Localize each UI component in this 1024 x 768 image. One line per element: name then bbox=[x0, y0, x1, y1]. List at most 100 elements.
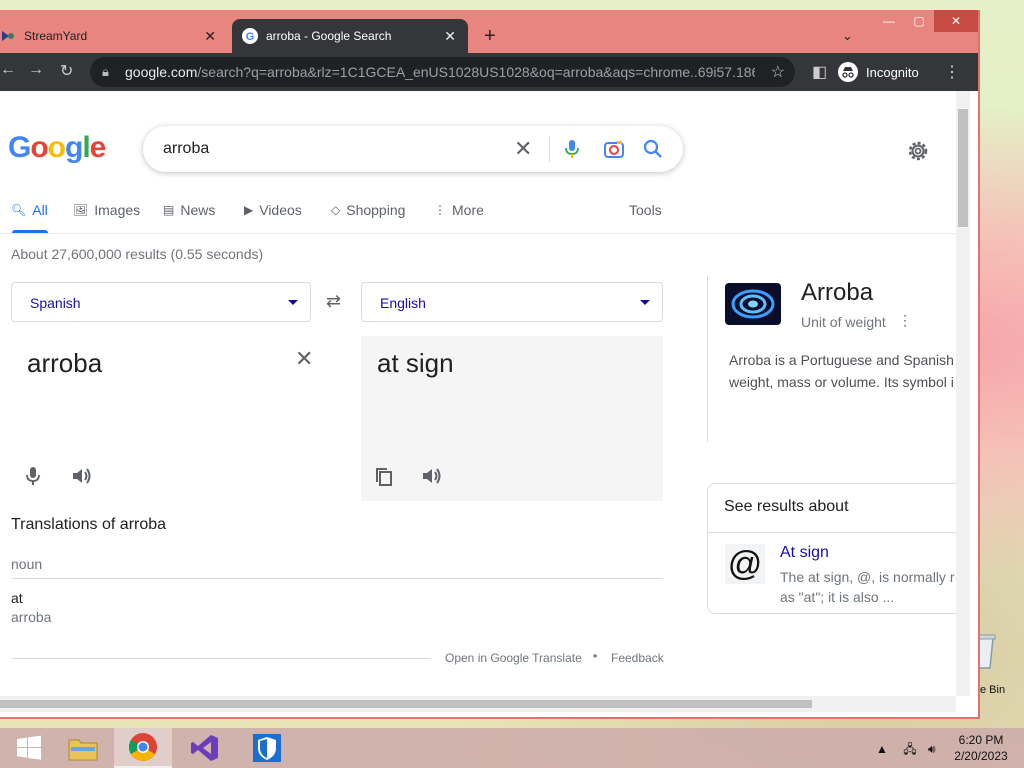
feedback-link[interactable]: Feedback bbox=[611, 651, 664, 665]
divider bbox=[11, 578, 663, 579]
browser-menu-icon[interactable]: ⋮ bbox=[944, 62, 960, 82]
show-hidden-icons-icon[interactable]: ▲ bbox=[876, 742, 888, 756]
swap-languages-icon[interactable]: ⇄ bbox=[326, 291, 341, 312]
tab-label: Images bbox=[94, 202, 141, 218]
tab-label: More bbox=[452, 202, 484, 218]
tools-button[interactable]: Tools bbox=[629, 202, 662, 218]
dropdown-arrow-icon bbox=[288, 300, 298, 305]
tab-google-search[interactable]: G arroba - Google Search ✕ bbox=[232, 19, 468, 53]
minimize-button[interactable]: — bbox=[874, 10, 904, 32]
scroll-thumb[interactable] bbox=[958, 109, 968, 227]
dropdown-arrow-icon bbox=[640, 300, 650, 305]
source-text[interactable]: arroba bbox=[27, 348, 102, 379]
page-content: Google arroba ✕ 🔍︎ All 🖼︎ Images ▤ News … bbox=[0, 91, 956, 696]
horizontal-scrollbar[interactable] bbox=[0, 696, 956, 712]
voice-search-icon[interactable] bbox=[565, 139, 579, 159]
forward-arrow-icon[interactable]: → bbox=[28, 61, 44, 79]
tab-images[interactable]: 🖼︎ Images bbox=[73, 202, 140, 218]
tab-label: Videos bbox=[259, 202, 302, 218]
visual-studio-button[interactable] bbox=[176, 728, 234, 768]
tab-search-chevron-icon[interactable]: ⌄ bbox=[842, 28, 853, 44]
see-results-about-card: See results about @ At sign The at sign,… bbox=[707, 483, 956, 614]
reload-icon[interactable]: ↻ bbox=[60, 61, 73, 81]
source-language-select[interactable]: Spanish bbox=[11, 282, 311, 322]
start-button[interactable] bbox=[0, 728, 58, 768]
side-panel-icon[interactable]: ◧ bbox=[812, 62, 827, 82]
incognito-icon bbox=[838, 62, 858, 82]
url-path: /search?q=arroba&rlz=1C1GCEA_enUS1028US1… bbox=[197, 64, 755, 80]
tab-title: arroba - Google Search bbox=[266, 29, 392, 43]
more-options-icon[interactable]: ⋮ bbox=[898, 312, 912, 329]
copy-icon[interactable] bbox=[374, 467, 394, 487]
at-sign-description: The at sign, @, is normally r as "at"; i… bbox=[780, 567, 956, 607]
tab-more[interactable]: ⋮ More bbox=[434, 202, 484, 218]
search-input[interactable]: arroba bbox=[163, 140, 209, 158]
open-in-google-translate-link[interactable]: Open in Google Translate bbox=[445, 651, 582, 665]
tab-label: All bbox=[32, 202, 48, 218]
chrome-icon bbox=[129, 733, 157, 761]
tab-streamyard[interactable]: StreamYard ✕ bbox=[0, 19, 228, 53]
network-icon[interactable]: 🖧 bbox=[903, 742, 916, 756]
maximize-button[interactable]: ▢ bbox=[904, 10, 934, 32]
source-text-area[interactable]: arroba ✕ bbox=[11, 336, 313, 501]
clock[interactable]: 6:20 PM 2/20/2023 bbox=[946, 732, 1016, 764]
description-line: weight, mass or volume. Its symbol i bbox=[729, 374, 954, 390]
target-language-label: English bbox=[380, 295, 426, 311]
clear-search-icon[interactable]: ✕ bbox=[514, 136, 532, 162]
search-box[interactable]: arroba ✕ bbox=[143, 126, 683, 172]
search-icon: 🔍︎ bbox=[11, 203, 27, 217]
more-dots-icon: ⋮ bbox=[434, 203, 446, 217]
chrome-taskbar-button[interactable] bbox=[114, 728, 172, 768]
microphone-icon[interactable] bbox=[26, 466, 40, 486]
search-icon[interactable] bbox=[643, 139, 663, 159]
address-bar[interactable]: 🔒︎ google.com/search?q=arroba&rlz=1C1GCE… bbox=[90, 57, 795, 87]
knowledge-panel-description: Arroba is a Portuguese and Spanish weigh… bbox=[729, 349, 956, 393]
new-tab-button[interactable]: + bbox=[484, 26, 496, 46]
speaker-icon[interactable] bbox=[71, 467, 93, 485]
scroll-thumb[interactable] bbox=[0, 700, 812, 708]
clear-source-icon[interactable]: ✕ bbox=[295, 346, 313, 372]
description-line: as "at"; it is also ... bbox=[780, 589, 895, 605]
knowledge-panel: Arroba Unit of weight ⋮ Arroba is a Port… bbox=[707, 276, 956, 442]
streamyard-favicon-icon bbox=[0, 28, 16, 44]
svg-text:G: G bbox=[246, 31, 255, 43]
translation-source-word: arroba bbox=[11, 609, 52, 625]
source-language-label: Spanish bbox=[30, 295, 81, 311]
incognito-indicator[interactable]: Incognito bbox=[838, 57, 919, 87]
volume-icon[interactable]: 🔊︎ bbox=[928, 742, 936, 756]
divider bbox=[708, 532, 956, 533]
vertical-scrollbar[interactable] bbox=[956, 91, 970, 696]
at-sign-link[interactable]: At sign bbox=[780, 544, 829, 562]
tab-shopping[interactable]: ◇ Shopping bbox=[331, 202, 405, 218]
google-favicon-icon: G bbox=[242, 28, 258, 44]
incognito-label: Incognito bbox=[866, 64, 919, 80]
target-text: at sign bbox=[377, 348, 454, 378]
video-icon: ▶︎ bbox=[244, 203, 254, 217]
settings-gear-icon[interactable] bbox=[906, 139, 930, 163]
speaker-icon[interactable] bbox=[421, 467, 443, 485]
google-logo[interactable]: Google bbox=[8, 131, 106, 165]
description-line: Arroba is a Portuguese and Spanish bbox=[729, 352, 954, 368]
active-tab-underline bbox=[12, 230, 48, 233]
arroba-thumbnail[interactable] bbox=[725, 283, 781, 325]
bookmark-star-icon[interactable]: ☆ bbox=[771, 62, 785, 82]
translation-word[interactable]: at bbox=[11, 590, 23, 606]
close-window-button[interactable]: ✕ bbox=[934, 10, 978, 32]
tab-title: StreamYard bbox=[24, 29, 88, 43]
tab-news[interactable]: ▤ News bbox=[163, 202, 215, 218]
clock-time: 6:20 PM bbox=[958, 733, 1004, 747]
tab-videos[interactable]: ▶︎ Videos bbox=[244, 202, 302, 218]
tab-close-icon[interactable]: ✕ bbox=[204, 28, 216, 45]
file-explorer-button[interactable] bbox=[54, 728, 112, 768]
defender-button[interactable] bbox=[238, 728, 296, 768]
shield-icon bbox=[253, 734, 281, 762]
url-text[interactable]: google.com/search?q=arroba&rlz=1C1GCEA_e… bbox=[125, 64, 755, 80]
lens-camera-icon[interactable] bbox=[603, 139, 625, 159]
tab-all[interactable]: 🔍︎ All bbox=[11, 202, 48, 218]
lock-icon[interactable]: 🔒︎ bbox=[102, 64, 109, 80]
target-language-select[interactable]: English bbox=[361, 282, 663, 322]
at-sign-icon[interactable]: @ bbox=[725, 544, 765, 584]
back-arrow-icon[interactable]: ← bbox=[0, 61, 16, 79]
tab-close-icon[interactable]: ✕ bbox=[444, 28, 456, 45]
window-controls: — ▢ ✕ bbox=[874, 10, 978, 32]
